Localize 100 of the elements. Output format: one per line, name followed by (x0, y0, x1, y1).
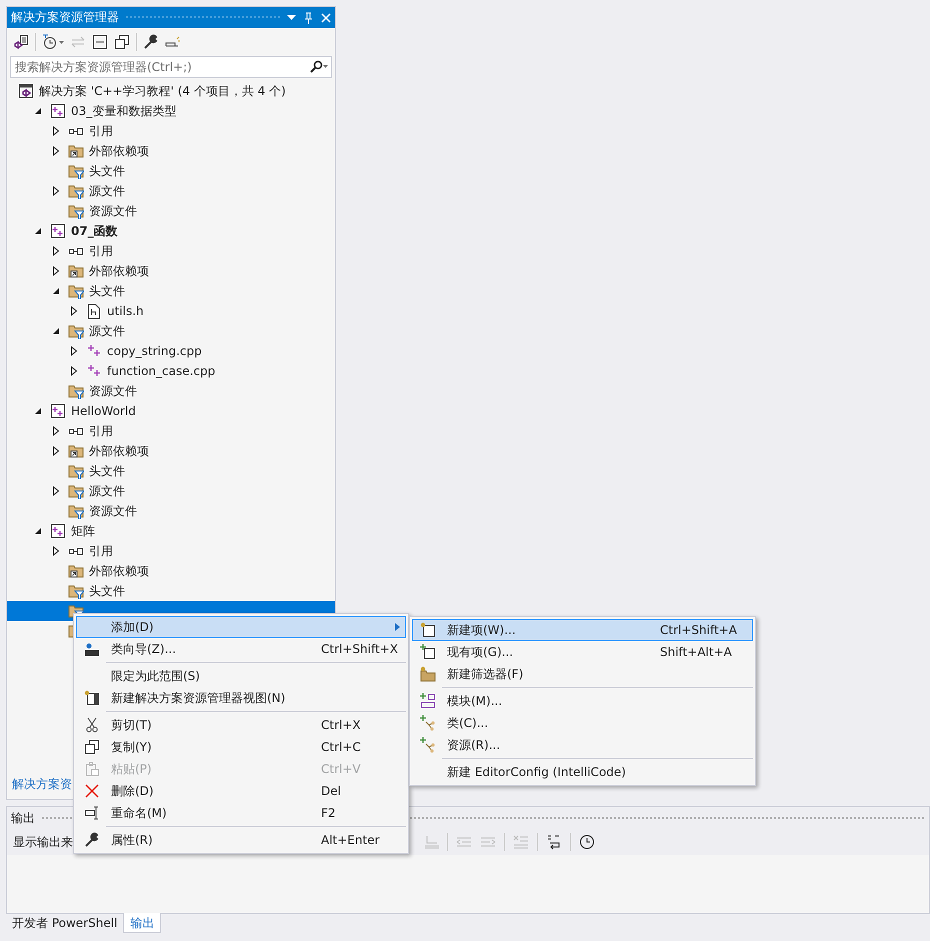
tree-item[interactable]: utils.h (7, 301, 335, 321)
filter-folder-icon (68, 483, 84, 499)
filter-folder-icon (68, 323, 84, 339)
tree-item-label: 07_函数 (71, 222, 118, 240)
tree-item[interactable]: 解决方案 'C++学习教程' (4 个项目，共 4 个) (7, 81, 335, 101)
menu-item[interactable]: 限定为此范围(S) (76, 665, 406, 687)
tree-item[interactable]: 外部依赖项 (7, 561, 335, 581)
scissors-icon (84, 717, 100, 733)
tree-item[interactable]: 外部依赖项 (7, 261, 335, 281)
tree-item-label: 头文件 (89, 462, 125, 480)
tree-item[interactable]: 引用 (7, 241, 335, 261)
tree-item[interactable]: 03_变量和数据类型 (7, 101, 335, 121)
tree-item[interactable]: 引用 (7, 541, 335, 561)
tree-item[interactable]: 源文件 (7, 181, 335, 201)
menu-item[interactable]: 类(C)... (412, 712, 753, 734)
menu-item[interactable]: 类向导(Z)... Ctrl+Shift+X (76, 638, 406, 660)
tree-item[interactable]: copy_string.cpp (7, 341, 335, 361)
clock-icon (579, 834, 595, 850)
pin-icon[interactable] (304, 12, 313, 24)
tree-item[interactable]: 资源文件 (7, 381, 335, 401)
menu-item[interactable]: 新建筛选器(F) (412, 663, 753, 685)
tree-item[interactable]: 引用 (7, 121, 335, 141)
menu-item[interactable]: 添加(D) (76, 616, 406, 638)
tree-item[interactable]: 外部依赖项 (7, 141, 335, 161)
filter-folder-icon (68, 183, 84, 199)
folder-icon (68, 263, 84, 279)
plus-icon (86, 363, 102, 379)
tree-item[interactable]: 头文件 (7, 581, 335, 601)
new-folder-icon (420, 666, 436, 682)
project-icon (50, 223, 66, 239)
word-wrap-icon (546, 834, 562, 850)
tree-item-label: 外部依赖项 (89, 562, 149, 580)
project-icon (50, 403, 66, 419)
tree-item-label: HelloWorld (71, 404, 136, 418)
tree-item-label: 源文件 (89, 182, 125, 200)
filter-folder-icon (68, 463, 84, 479)
menu-item[interactable]: 新建项(W)... Ctrl+Shift+A (412, 619, 753, 641)
menu-item[interactable]: 删除(D) Del (76, 780, 406, 802)
copies-icon (114, 34, 130, 50)
tree-item-label: 引用 (89, 422, 113, 440)
tree-item-label: 头文件 (89, 582, 125, 600)
history-icon (42, 34, 64, 50)
search-field[interactable]: 搜索解决方案资源管理器(Ctrl+;) (10, 56, 332, 78)
tree-item[interactable]: 矩阵 (7, 521, 335, 541)
menu-item[interactable]: 模块(M)... (412, 690, 753, 712)
class-icon (420, 715, 436, 731)
new-window-icon (84, 690, 100, 706)
tree-item[interactable]: 外部依赖项 (7, 441, 335, 461)
rename-icon (84, 805, 100, 821)
solution-icon (18, 83, 34, 99)
tree-item[interactable]: 头文件 (7, 461, 335, 481)
tree-item-label: 源文件 (89, 482, 125, 500)
tree-item-label: 引用 (89, 542, 113, 560)
panel-tab[interactable]: 开发者 PowerShell (6, 913, 124, 933)
tree-item[interactable]: function_case.cpp (7, 361, 335, 381)
sync-icon (70, 34, 86, 50)
solution-view-icon (13, 34, 29, 50)
panel-title: 解决方案资源管理器 (11, 9, 119, 26)
tree-item-label: 头文件 (89, 282, 125, 300)
tree-item-label: 源文件 (89, 322, 125, 340)
tree-item-label: 解决方案 'C++学习教程' (4 个项目，共 4 个) (39, 82, 286, 100)
menu-item[interactable]: 现有项(G)... Shift+Alt+A (412, 641, 753, 663)
project-icon (50, 523, 66, 539)
tree-item[interactable]: HelloWorld (7, 401, 335, 421)
tree-item-label: 03_变量和数据类型 (71, 102, 176, 120)
menu-item[interactable]: 新建 EditorConfig (IntelliCode) (412, 761, 753, 783)
panel-title: 输出 (11, 810, 35, 826)
menu-item[interactable]: 剪切(T) Ctrl+X (76, 714, 406, 736)
add-item-icon (420, 644, 436, 660)
close-icon (84, 783, 100, 799)
output-source-label: 显示输出来 (13, 834, 73, 850)
tree-item[interactable]: 引用 (7, 421, 335, 441)
tree-item-label: utils.h (107, 304, 144, 318)
filter-folder-icon (68, 283, 84, 299)
filter-folder-icon (68, 203, 84, 219)
tree-item-label: 矩阵 (71, 522, 95, 540)
tree-item[interactable]: 资源文件 (7, 201, 335, 221)
menu-item[interactable]: 复制(Y) Ctrl+C (76, 736, 406, 758)
tree-item[interactable]: 源文件 (7, 321, 335, 341)
dropdown-icon[interactable] (287, 15, 296, 20)
clipboard-icon (84, 761, 100, 777)
tree-item-label: 外部依赖项 (89, 142, 149, 160)
tree-item[interactable]: 资源文件 (7, 501, 335, 521)
close-icon[interactable] (321, 12, 331, 22)
menu-item[interactable]: 属性(R) Alt+Enter (76, 829, 406, 851)
menu-item[interactable]: 新建解决方案资源管理器视图(N) (76, 687, 406, 709)
tree-item-label: 引用 (89, 122, 113, 140)
tree-item-label: function_case.cpp (107, 364, 216, 378)
tree-item[interactable]: 源文件 (7, 481, 335, 501)
panel-tab[interactable]: 输出 (123, 913, 162, 933)
menu-item[interactable]: 资源(R)... (412, 734, 753, 756)
tree-item[interactable]: 头文件 (7, 161, 335, 181)
tree-item[interactable]: 07_函数 (7, 221, 335, 241)
panel-link[interactable]: 解决方案资 (12, 777, 72, 791)
tree-item-label: 资源文件 (89, 502, 137, 520)
search-icon (310, 60, 328, 74)
menu-item[interactable]: 重命名(M) F2 (76, 802, 406, 824)
tree-item[interactable]: 头文件 (7, 281, 335, 301)
wrench-icon (84, 832, 100, 848)
tree-item-label: 外部依赖项 (89, 442, 149, 460)
